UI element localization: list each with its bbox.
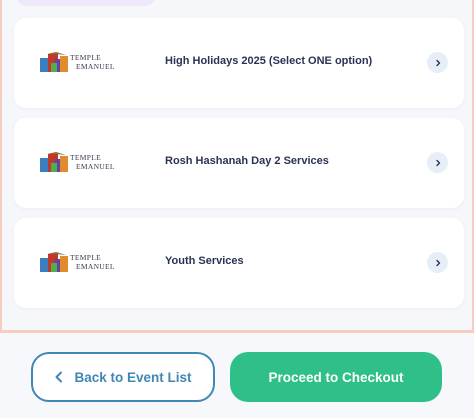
back-button-label: Back to Event List — [74, 369, 192, 385]
temple-emanuel-logo-mark — [40, 52, 68, 72]
logo-wordmark: TEMPLE EMANUEL — [70, 253, 115, 271]
logo-line-1: TEMPLE — [70, 53, 101, 62]
logo-line-2: EMANUEL — [76, 162, 115, 171]
logo-line-2: EMANUEL — [76, 262, 115, 271]
logo-line-1: TEMPLE — [70, 253, 101, 262]
chevron-right-icon — [435, 159, 440, 166]
logo-wordmark: TEMPLE EMANUEL — [70, 153, 115, 171]
chevron-left-icon — [55, 371, 63, 383]
event-title: High Holidays 2025 (Select ONE option) — [165, 55, 373, 67]
event-title: Rosh Hashanah Day 2 Services — [165, 155, 329, 167]
checkout-button-label: Proceed to Checkout — [268, 369, 404, 385]
back-to-event-list-button[interactable]: Back to Event List — [31, 352, 215, 402]
temple-emanuel-logo: TEMPLE EMANUEL — [40, 52, 122, 76]
temple-emanuel-logo-mark — [40, 252, 68, 272]
temple-emanuel-logo-mark — [40, 152, 68, 172]
logo-wordmark: TEMPLE EMANUEL — [70, 53, 115, 71]
logo-line-2: EMANUEL — [76, 62, 115, 71]
event-card-rosh-hashanah[interactable]: TEMPLE EMANUEL Rosh Hashanah Day 2 Servi… — [14, 118, 464, 208]
chevron-right-icon — [435, 259, 440, 266]
top-pill — [16, 0, 156, 6]
temple-emanuel-logo: TEMPLE EMANUEL — [40, 152, 122, 176]
event-list[interactable]: TEMPLE EMANUEL High Holidays 2025 (Selec… — [0, 0, 474, 333]
logo-line-1: TEMPLE — [70, 153, 101, 162]
event-card-youth-services[interactable]: TEMPLE EMANUEL Youth Services — [14, 218, 464, 308]
proceed-to-checkout-button[interactable]: Proceed to Checkout — [230, 352, 442, 402]
event-card-high-holidays[interactable]: TEMPLE EMANUEL High Holidays 2025 (Selec… — [14, 18, 464, 108]
open-event-button[interactable] — [427, 152, 448, 173]
temple-emanuel-logo: TEMPLE EMANUEL — [40, 252, 122, 276]
chevron-right-icon — [435, 59, 440, 66]
open-event-button[interactable] — [427, 52, 448, 73]
event-title: Youth Services — [165, 255, 244, 267]
footer-actions: Back to Event List Proceed to Checkout — [0, 333, 474, 418]
open-event-button[interactable] — [427, 252, 448, 273]
